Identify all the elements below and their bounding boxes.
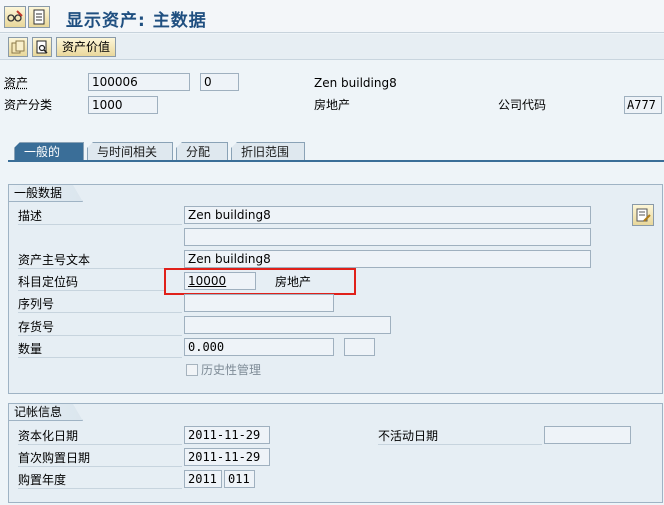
company-code-label: 公司代码: [498, 98, 547, 112]
company-code-field[interactable]: A777: [624, 96, 662, 114]
asset-description-text: Zen building8: [314, 76, 397, 90]
first-acquisition-field[interactable]: 2011-11-29: [184, 448, 270, 466]
quantity-field[interactable]: 0.000: [184, 338, 334, 356]
inventory-number-field[interactable]: [184, 316, 391, 334]
posting-info-title: 记帐信息: [9, 404, 83, 421]
deactivation-date-label: 不活动日期: [378, 429, 439, 443]
serial-number-field[interactable]: [184, 294, 334, 312]
note-edit-icon: [636, 208, 651, 222]
row-divider: [18, 466, 182, 467]
row-divider: [18, 290, 164, 291]
quantity-unit-field[interactable]: [344, 338, 375, 356]
general-data-title: 一般数据: [9, 185, 83, 202]
asset-label: 资产: [4, 76, 29, 90]
document-icon: [33, 9, 45, 25]
acquisition-year-field[interactable]: 2011: [184, 470, 222, 488]
account-determination-label: 科目定位码: [18, 275, 79, 289]
row-divider: [18, 335, 182, 336]
main-text-label: 资产主号文本: [18, 253, 91, 267]
glasses-pencil-icon: [7, 10, 23, 22]
page-title: 显示资产: 主数据: [66, 11, 207, 31]
highlight-box: [164, 268, 356, 295]
serial-number-label: 序列号: [18, 297, 55, 311]
asset-number-field[interactable]: 100006: [88, 73, 190, 91]
row-divider: [18, 444, 182, 445]
asset-class-label: 资产分类: [4, 98, 53, 112]
acquisition-period-field[interactable]: 011: [224, 470, 255, 488]
asset-class-description: 房地产: [314, 98, 351, 112]
quantity-label: 数量: [18, 342, 43, 356]
description-field-1[interactable]: Zen building8: [184, 206, 591, 224]
first-acquisition-label: 首次购置日期: [18, 451, 91, 465]
master-data-button[interactable]: [8, 37, 28, 57]
long-text-button[interactable]: [632, 204, 654, 226]
row-divider: [378, 444, 542, 445]
display-change-button[interactable]: [4, 6, 26, 28]
history-label: 历史性管理: [201, 363, 262, 377]
capitalization-date-label: 资本化日期: [18, 429, 79, 443]
copy-document-icon: [11, 40, 25, 54]
acquisition-year-label: 购置年度: [18, 473, 67, 487]
capitalization-date-field[interactable]: 2011-11-29: [184, 426, 270, 444]
tab-time-dependent[interactable]: 与时间相关: [87, 142, 173, 161]
asset-subnumber-field[interactable]: 0: [200, 73, 239, 91]
print-asset-button[interactable]: [32, 37, 52, 57]
tab-general[interactable]: 一般的: [14, 142, 84, 161]
deactivation-date-field[interactable]: [544, 426, 631, 444]
tab-depreciation-areas[interactable]: 折旧范围: [231, 142, 305, 161]
inventory-number-label: 存货号: [18, 320, 55, 334]
description-field-2[interactable]: [184, 228, 591, 246]
history-checkbox[interactable]: [186, 364, 198, 376]
row-divider: [18, 224, 182, 225]
row-divider: [18, 312, 182, 313]
asset-value-button[interactable]: 资产价值: [56, 37, 117, 57]
document-magnifier-icon: [36, 40, 48, 54]
tab-allocations[interactable]: 分配: [176, 142, 228, 161]
row-divider: [18, 268, 182, 269]
row-divider: [18, 488, 182, 489]
asset-class-field[interactable]: 1000: [88, 96, 158, 114]
tab-strip-line: [8, 160, 664, 162]
main-text-field[interactable]: Zen building8: [184, 250, 591, 268]
description-label: 描述: [18, 209, 43, 223]
other-asset-button[interactable]: [28, 6, 50, 28]
row-divider: [18, 357, 182, 358]
